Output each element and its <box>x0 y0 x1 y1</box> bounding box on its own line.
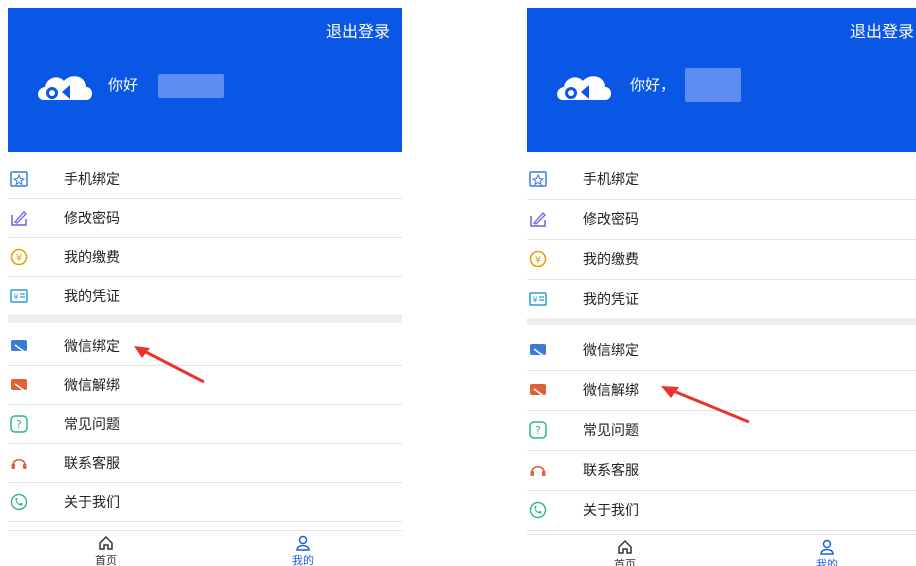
menu-item-wechat-bind[interactable]: 微信绑定 <box>527 331 916 371</box>
menu-item-label: 我的凭证 <box>583 292 639 308</box>
faq-icon: ? <box>10 415 28 433</box>
tab-home[interactable]: 首页 <box>595 539 655 566</box>
username-masked <box>685 68 741 102</box>
edit-password-icon <box>11 211 27 226</box>
username-masked <box>158 74 224 98</box>
phone-bind-icon <box>10 171 28 187</box>
menu-item-faq[interactable]: ? 常见问题 <box>8 405 402 444</box>
logout-button[interactable]: 退出登录 <box>326 18 390 42</box>
tab-home[interactable]: 首页 <box>76 535 136 566</box>
menu-item-label: 联系客服 <box>64 456 120 472</box>
menu-item-label: 联系客服 <box>583 463 639 479</box>
screen-right: 退出登录 你好， 手机绑定 修改密码 ¥ 我的缴费 ¥ 我的凭证 微信绑定 微信… <box>527 0 916 566</box>
menu-item-label: 微信解绑 <box>583 383 639 399</box>
menu-item-label: 手机绑定 <box>583 172 639 188</box>
menu-item-contact-service[interactable]: 联系客服 <box>527 451 916 491</box>
svg-text:¥: ¥ <box>16 253 22 264</box>
menu-item-label: 我的凭证 <box>64 289 120 305</box>
menu-item-label: 手机绑定 <box>64 172 120 188</box>
tab-label: 首页 <box>95 554 117 566</box>
menu-item-my-voucher[interactable]: ¥ 我的凭证 <box>8 277 402 316</box>
tab-mine[interactable]: 我的 <box>273 535 333 566</box>
payment-icon: ¥ <box>529 250 547 268</box>
phone-bind-icon <box>529 171 547 187</box>
cloud-logo-icon <box>38 76 92 100</box>
menu-item-change-password[interactable]: 修改密码 <box>8 199 402 238</box>
payment-icon: ¥ <box>10 248 28 266</box>
profile-header: 退出登录 你好 <box>8 8 402 152</box>
tab-label: 首页 <box>614 558 636 566</box>
tab-label: 我的 <box>292 554 314 566</box>
section-divider <box>527 318 916 325</box>
bottom-tab-bar: 首页 我的 <box>8 530 402 566</box>
svg-text:¥: ¥ <box>535 255 541 266</box>
svg-text:¥: ¥ <box>532 296 537 305</box>
menu-item-my-payment[interactable]: ¥ 我的缴费 <box>8 238 402 277</box>
bottom-tab-bar: 首页 我的 <box>527 534 916 566</box>
menu-group-service: 微信绑定 微信解绑 ? 常见问题 联系客服 关于我们 <box>527 331 916 531</box>
tab-mine[interactable]: 我的 <box>797 539 857 566</box>
phone-call-icon <box>529 501 547 519</box>
wechat-bind-icon <box>530 344 546 357</box>
home-icon <box>618 539 632 554</box>
red-arrow-pointer <box>661 386 750 424</box>
profile-header: 退出登录 你好， <box>527 8 916 152</box>
menu-item-label: 修改密码 <box>583 212 639 228</box>
greeting-text: 你好， <box>630 76 676 94</box>
menu-item-my-payment[interactable]: ¥ 我的缴费 <box>527 240 916 280</box>
menu-item-about-us[interactable]: 关于我们 <box>8 483 402 522</box>
headset-icon <box>11 458 27 469</box>
cloud-logo-icon <box>557 76 611 100</box>
phone-call-icon <box>10 493 28 511</box>
menu-group-account: 手机绑定 修改密码 ¥ 我的缴费 ¥ 我的凭证 <box>527 160 916 320</box>
logout-button[interactable]: 退出登录 <box>850 18 914 42</box>
screen-left: 退出登录 你好 手机绑定 修改密码 ¥ 我的缴费 ¥ 我的凭证 微信绑定 微信解… <box>8 0 402 566</box>
menu-item-label: 微信绑定 <box>583 343 639 359</box>
faq-icon: ? <box>529 421 547 439</box>
menu-item-label: 常见问题 <box>583 423 639 439</box>
user-icon <box>296 535 310 551</box>
headset-icon <box>530 465 546 476</box>
menu-item-label: 修改密码 <box>64 211 120 227</box>
voucher-icon: ¥ <box>529 292 547 306</box>
menu-item-phone-bind[interactable]: 手机绑定 <box>527 160 916 200</box>
menu-item-label: 关于我们 <box>64 495 120 511</box>
edit-password-icon <box>530 212 546 227</box>
menu-item-phone-bind[interactable]: 手机绑定 <box>8 160 402 199</box>
tab-label: 我的 <box>816 558 838 566</box>
wechat-unbind-icon <box>530 384 546 397</box>
menu-item-change-password[interactable]: 修改密码 <box>527 200 916 240</box>
svg-text:?: ? <box>535 424 541 437</box>
menu-item-label: 微信解绑 <box>64 378 120 394</box>
wechat-bind-icon <box>11 340 27 353</box>
menu-item-label: 常见问题 <box>64 417 120 433</box>
menu-item-about-us[interactable]: 关于我们 <box>527 491 916 531</box>
menu-item-label: 我的缴费 <box>64 250 120 266</box>
wechat-unbind-icon <box>11 379 27 392</box>
user-icon <box>820 539 834 555</box>
menu-item-my-voucher[interactable]: ¥ 我的凭证 <box>527 280 916 320</box>
voucher-icon: ¥ <box>10 289 28 303</box>
menu-item-label: 微信绑定 <box>64 339 120 355</box>
menu-item-label: 我的缴费 <box>583 252 639 268</box>
red-arrow-pointer <box>134 346 205 384</box>
menu-item-contact-service[interactable]: 联系客服 <box>8 444 402 483</box>
section-divider <box>8 316 402 323</box>
menu-item-label: 关于我们 <box>583 503 639 519</box>
svg-text:¥: ¥ <box>13 293 18 302</box>
home-icon <box>99 535 113 550</box>
menu-group-account: 手机绑定 修改密码 ¥ 我的缴费 ¥ 我的凭证 <box>8 160 402 316</box>
svg-text:?: ? <box>16 418 22 431</box>
greeting-text: 你好 <box>108 76 139 94</box>
